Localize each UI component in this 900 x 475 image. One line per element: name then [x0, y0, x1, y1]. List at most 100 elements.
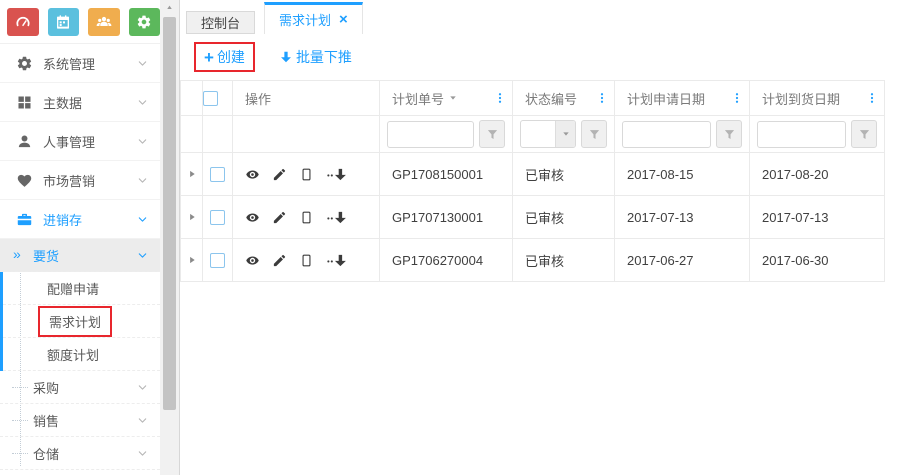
quick-settings-button[interactable]	[129, 8, 161, 36]
status-badge: 已审核	[513, 153, 615, 196]
pushdown-icon[interactable]	[326, 167, 347, 182]
create-button[interactable]: +创建	[194, 42, 255, 72]
plus-icon: +	[204, 49, 214, 66]
pushdown-icon[interactable]	[326, 210, 347, 225]
expand-row-icon[interactable]	[187, 212, 197, 222]
speedometer-icon	[15, 14, 31, 30]
plan-no-cell: GP1707130001	[380, 196, 513, 239]
mobile-card-icon[interactable]	[299, 210, 314, 225]
edit-icon[interactable]	[272, 210, 287, 225]
header-label: 计划单号	[392, 89, 444, 108]
edit-icon[interactable]	[272, 167, 287, 182]
sidebar-item-marketing[interactable]: 市场营销	[0, 161, 160, 200]
status-badge: 已审核	[513, 239, 615, 282]
tab-console[interactable]: 控制台	[186, 11, 255, 34]
column-menu-icon[interactable]	[866, 92, 878, 104]
mobile-card-icon[interactable]	[299, 253, 314, 268]
sidebar-item-purchase[interactable]: 采购	[0, 371, 160, 404]
request-goods-group: 配赠申请 需求计划 额度计划	[0, 272, 160, 371]
header-label: 计划申请日期	[627, 89, 705, 108]
apply-date-cell: 2017-06-27	[615, 239, 750, 282]
chevron-down-icon	[137, 382, 148, 393]
filter-empty-cell	[203, 116, 233, 153]
expand-row-icon[interactable]	[187, 255, 197, 265]
column-menu-icon[interactable]	[494, 92, 506, 104]
sidebar-item-sales[interactable]: 销售	[0, 404, 160, 437]
arrive-date-cell: 2017-06-30	[750, 239, 885, 282]
header-status[interactable]: 状态编号	[513, 81, 615, 116]
gears-icon	[16, 55, 33, 72]
select-all-checkbox[interactable]	[203, 91, 218, 106]
filter-apply-date-input[interactable]	[622, 121, 711, 148]
quick-calendar-button[interactable]	[48, 8, 80, 36]
row-checkbox[interactable]	[210, 167, 225, 182]
checkbox-cell	[203, 153, 233, 196]
checkbox-cell	[203, 196, 233, 239]
filter-arrive-date-button[interactable]	[851, 120, 877, 148]
filter-plan-no-button[interactable]	[479, 120, 505, 148]
mobile-card-icon[interactable]	[299, 167, 314, 182]
sort-desc-icon	[448, 93, 458, 103]
sidebar-item-system-mgmt[interactable]: 系统管理	[0, 44, 160, 83]
chevron-down-icon	[137, 448, 148, 459]
users-icon	[96, 14, 112, 30]
quick-dashboard-button[interactable]	[7, 8, 39, 36]
header-apply-date[interactable]: 计划申请日期	[615, 81, 750, 116]
sidebar-item-label: 人事管理	[43, 132, 137, 151]
row-checkbox[interactable]	[210, 253, 225, 268]
arrow-up-icon	[165, 3, 174, 12]
filter-plan-no-cell	[380, 116, 513, 153]
view-icon[interactable]	[245, 167, 260, 182]
filter-empty-cell	[181, 116, 203, 153]
sidebar-item-warehouse[interactable]: 仓储	[0, 437, 160, 470]
header-arrive-date[interactable]: 计划到货日期	[750, 81, 885, 116]
column-menu-icon[interactable]	[731, 92, 743, 104]
table-row: GP1707130001 已审核 2017-07-13 2017-07-13	[181, 196, 885, 239]
filter-status-button[interactable]	[581, 120, 607, 148]
funnel-icon	[723, 128, 736, 141]
sidebar-item-gift-apply[interactable]: 配赠申请	[3, 272, 160, 305]
expand-cell	[181, 239, 203, 282]
table-row: GP1708150001 已审核 2017-08-15 2017-08-20	[181, 153, 885, 196]
tree-connector	[12, 387, 28, 388]
filter-plan-no-input[interactable]	[387, 121, 474, 148]
sidebar-item-quota-plan[interactable]: 额度计划	[3, 338, 160, 371]
pushdown-icon[interactable]	[326, 253, 347, 268]
header-plan-no[interactable]: 计划单号	[380, 81, 513, 116]
scrollbar-up-arrow[interactable]	[160, 0, 179, 14]
sidebar-scrollbar[interactable]	[160, 0, 180, 475]
header-label: 操作	[245, 92, 271, 107]
scrollbar-thumb[interactable]	[163, 17, 176, 410]
sidebar-item-label: 销售	[33, 411, 137, 430]
close-icon[interactable]: ×	[339, 12, 348, 27]
sidebar-item-hr-mgmt[interactable]: 人事管理	[0, 122, 160, 161]
batch-pushdown-button[interactable]: 批量下推	[279, 47, 352, 67]
header-checkbox-cell	[203, 81, 233, 116]
filter-status-select[interactable]	[520, 120, 576, 148]
sidebar-item-request-goods[interactable]: » 要货	[0, 239, 160, 272]
sidebar-item-master-data[interactable]: 主数据	[0, 83, 160, 122]
annotation-red-box: 需求计划	[38, 306, 112, 337]
sidebar-item-label: 额度计划	[47, 345, 99, 364]
sidebar-item-demand-plan[interactable]: 需求计划	[3, 305, 160, 338]
heart-icon	[16, 172, 33, 189]
quick-users-button[interactable]	[88, 8, 120, 36]
sidebar-item-inventory[interactable]: 进销存	[0, 200, 160, 239]
filter-apply-date-button[interactable]	[716, 120, 742, 148]
view-icon[interactable]	[245, 253, 260, 268]
status-badge: 已审核	[513, 196, 615, 239]
checkbox-cell	[203, 239, 233, 282]
row-checkbox[interactable]	[210, 210, 225, 225]
view-icon[interactable]	[245, 210, 260, 225]
select-value	[521, 121, 555, 147]
column-menu-icon[interactable]	[596, 92, 608, 104]
chevron-down-icon	[137, 175, 148, 186]
expand-row-icon[interactable]	[187, 169, 197, 179]
chevron-down-icon	[137, 250, 148, 261]
edit-icon[interactable]	[272, 253, 287, 268]
table-header-row: 操作 计划单号 状态编号	[181, 81, 885, 116]
tab-demand-plan[interactable]: 需求计划 ×	[264, 2, 363, 34]
sidebar-item-label: 系统管理	[43, 54, 137, 73]
chevron-down-icon	[137, 97, 148, 108]
filter-arrive-date-input[interactable]	[757, 121, 846, 148]
